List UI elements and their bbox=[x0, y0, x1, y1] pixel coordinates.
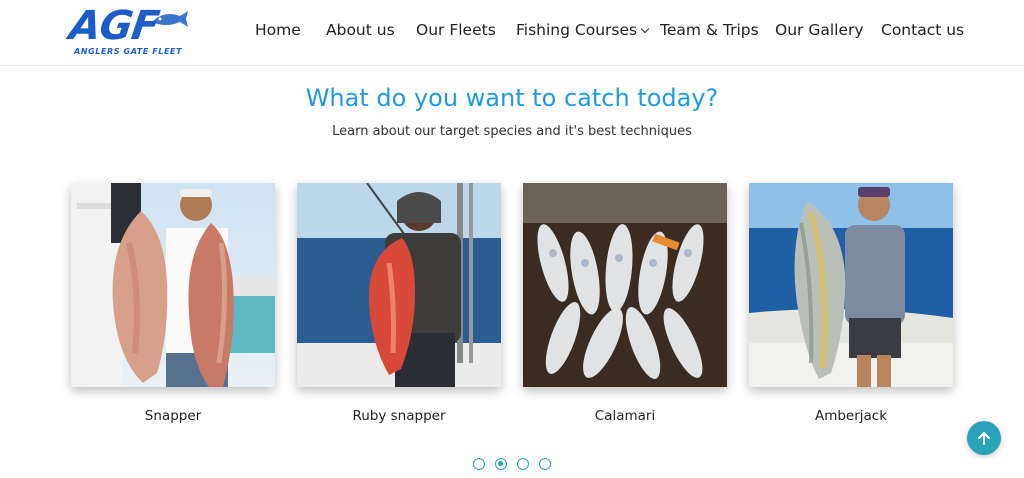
nav-about-us[interactable]: About us bbox=[326, 21, 395, 39]
nav-fishing-courses-label: Fishing Courses bbox=[516, 21, 638, 39]
species-card-calamari[interactable]: Calamari bbox=[523, 183, 727, 424]
ruby-snapper-photo[interactable] bbox=[297, 183, 501, 387]
carousel-pagination bbox=[0, 458, 1024, 472]
nav-contact-us[interactable]: Contact us bbox=[881, 21, 964, 39]
species-name: Amberjack bbox=[814, 408, 888, 424]
section-subtitle: Learn about our target species and it's … bbox=[332, 124, 692, 139]
ruby-snapper-photo-illustration bbox=[297, 183, 501, 387]
arrow-up-icon bbox=[978, 432, 990, 445]
section-title: What do you want to catch today? bbox=[305, 84, 719, 112]
carousel-dot-4[interactable] bbox=[539, 458, 551, 470]
species-name: Snapper bbox=[144, 408, 202, 424]
logo-subtitle: ANGLERS GATE FLEET bbox=[74, 47, 183, 56]
main-nav: Home About us Our Fleets Fishing Courses… bbox=[0, 21, 1024, 43]
nav-fishing-courses[interactable]: Fishing Courses bbox=[516, 21, 650, 39]
species-card-snapper[interactable]: Snapper bbox=[71, 183, 275, 424]
nav-our-fleets[interactable]: Our Fleets bbox=[416, 21, 496, 39]
snapper-photo-illustration bbox=[71, 183, 275, 387]
species-card-ruby-snapper[interactable]: Ruby snapper bbox=[297, 183, 501, 424]
calamari-photo[interactable] bbox=[523, 183, 727, 387]
nav-home[interactable]: Home bbox=[255, 21, 301, 39]
species-name: Ruby snapper bbox=[352, 408, 446, 424]
species-name: Calamari bbox=[594, 408, 656, 424]
nav-our-gallery[interactable]: Our Gallery bbox=[775, 21, 864, 39]
carousel-dot-3[interactable] bbox=[517, 458, 529, 470]
amberjack-photo[interactable] bbox=[749, 183, 953, 387]
species-card-amberjack[interactable]: Amberjack bbox=[749, 183, 953, 424]
carousel-dot-2[interactable] bbox=[495, 458, 507, 470]
nav-team-trips[interactable]: Team & Trips bbox=[660, 21, 759, 39]
snapper-photo[interactable] bbox=[71, 183, 275, 387]
scroll-to-top-button[interactable] bbox=[967, 421, 1001, 455]
calamari-photo-illustration bbox=[523, 183, 727, 387]
chevron-down-icon bbox=[640, 24, 650, 34]
carousel-dot-1[interactable] bbox=[473, 458, 485, 470]
amberjack-photo-illustration bbox=[749, 183, 953, 387]
site-header: AGF ANGLERS GATE FLEET Home About us Our… bbox=[0, 0, 1024, 66]
